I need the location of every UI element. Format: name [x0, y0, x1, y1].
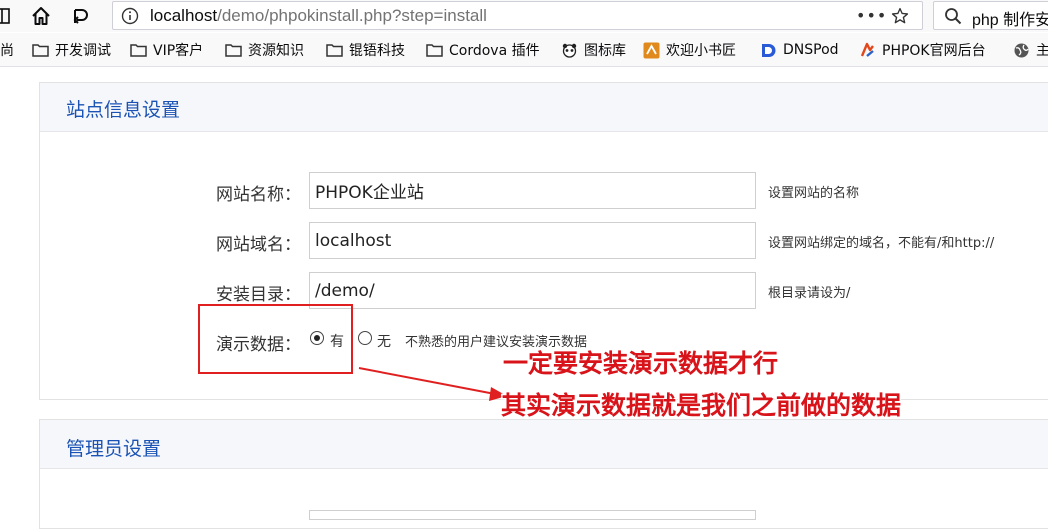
book-logo-icon	[643, 42, 660, 58]
site-settings-header: 站点信息设置	[40, 83, 1048, 132]
globe-icon	[1014, 43, 1029, 57]
home-icon[interactable]	[29, 4, 53, 28]
site-name-label: 网站名称：	[216, 185, 301, 205]
demo-data-no-label[interactable]: 无	[377, 331, 391, 351]
bookmark-label: PHPOK官网后台	[882, 43, 986, 59]
bookmark-label: Cordova 插件	[449, 43, 540, 59]
sync-icon[interactable]	[69, 4, 93, 28]
bookmark-folder-cordova[interactable]: Cordova 插件	[426, 40, 540, 60]
bookmark-label: 主	[1036, 43, 1048, 59]
bookmark-label: 欢迎小书匠	[666, 43, 736, 59]
bookmark-phpok[interactable]: PHPOK官网后台	[859, 40, 986, 60]
install-dir-label: 安装目录：	[216, 285, 301, 305]
folder-icon	[426, 44, 443, 57]
bookmarks-toolbar: 尚 开发调试 VIP客户 资源知识 锟铻科技 Cordova 插件 图标库 欢迎…	[0, 33, 1048, 67]
annotation-line-2: 其实演示数据就是我们之前做的数据	[501, 391, 902, 420]
site-domain-note: 设置网站绑定的域名，不能有/和http://	[768, 236, 995, 251]
folder-icon	[225, 44, 242, 57]
url-path: /demo/phpokinstall.php?step=install	[217, 6, 487, 25]
bookmark-item[interactable]: 尚	[0, 40, 14, 60]
bookmark-folder-vip[interactable]: VIP客户	[130, 40, 203, 60]
reader-view-icon[interactable]	[0, 4, 14, 28]
bookmark-label: DNSPod	[783, 42, 839, 58]
panda-icon	[562, 43, 577, 58]
folder-icon	[326, 44, 343, 57]
url-host: localhost	[150, 6, 218, 25]
install-dir-input[interactable]	[309, 272, 756, 309]
search-bar[interactable]: php 制作安	[933, 1, 1048, 30]
bookmark-label: 锟铻科技	[349, 43, 405, 59]
bookmark-icon-library[interactable]: 图标库	[561, 40, 626, 60]
url-text[interactable]: localhost/demo/phpokinstall.php?step=ins…	[150, 6, 487, 26]
search-input[interactable]: php 制作安	[972, 6, 1048, 30]
search-icon	[944, 7, 962, 25]
bookmark-folder-dev[interactable]: 开发调试	[32, 40, 111, 60]
site-domain-label: 网站域名：	[216, 235, 301, 255]
admin-settings-title: 管理员设置	[66, 438, 162, 460]
page-actions-button[interactable]: •••	[856, 6, 887, 25]
bookmark-folder-tech[interactable]: 锟铻科技	[326, 40, 405, 60]
dnspod-icon	[762, 43, 776, 57]
annotation-arrow	[358, 367, 507, 401]
folder-icon	[130, 44, 147, 57]
star-icon[interactable]	[891, 7, 909, 25]
highlight-box	[198, 304, 353, 374]
browser-toolbar: localhost/demo/phpokinstall.php?step=ins…	[0, 0, 1048, 32]
bookmark-main[interactable]: 主	[1013, 40, 1048, 60]
info-icon[interactable]	[121, 7, 139, 25]
site-name-note: 设置网站的名称	[768, 186, 860, 201]
annotation-line-1: 一定要安装演示数据才行	[503, 349, 779, 378]
site-domain-input[interactable]	[309, 222, 756, 259]
bookmark-folder-resources[interactable]: 资源知识	[225, 40, 304, 60]
admin-username-input[interactable]	[309, 510, 756, 520]
url-bar[interactable]: localhost/demo/phpokinstall.php?step=ins…	[112, 1, 923, 30]
phpok-icon	[860, 42, 874, 57]
bookmark-label: VIP客户	[153, 43, 204, 59]
site-name-input[interactable]	[309, 172, 756, 209]
bookmark-dnspod[interactable]: DNSPod	[760, 40, 839, 60]
bookmark-xiaoshujiang[interactable]: 欢迎小书匠	[643, 40, 736, 60]
site-settings-title: 站点信息设置	[66, 99, 181, 121]
bookmark-label: 开发调试	[55, 43, 111, 59]
install-dir-note: 根目录请设为/	[768, 286, 851, 301]
admin-settings-header: 管理员设置	[40, 420, 1048, 469]
bookmark-label: 图标库	[584, 43, 626, 59]
demo-data-no-radio[interactable]	[358, 331, 372, 345]
bookmark-label: 尚	[0, 43, 14, 59]
bookmark-label: 资源知识	[248, 43, 304, 59]
folder-icon	[32, 44, 49, 57]
